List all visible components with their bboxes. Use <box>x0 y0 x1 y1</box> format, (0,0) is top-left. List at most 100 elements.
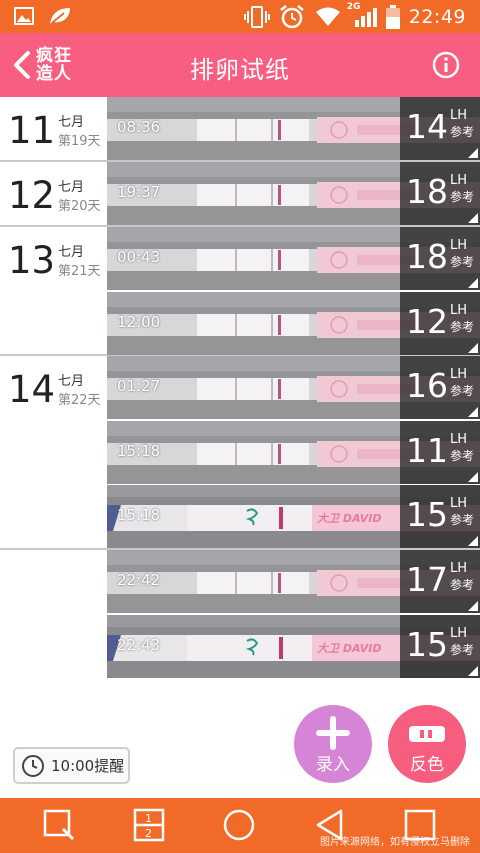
month-label: 七月 <box>58 115 85 130</box>
strip-brand-text: 大卫 DAVID <box>317 642 381 655</box>
corner-triangle-icon <box>468 536 478 546</box>
entry-time: 08:36 <box>117 118 161 136</box>
lh-reference: 参考 <box>450 578 475 592</box>
wifi-icon <box>315 7 340 26</box>
lh-reference: 参考 <box>450 190 475 204</box>
lh-value-panel: 12 LH 参考 <box>400 292 480 355</box>
month-label: 七月 <box>58 374 85 389</box>
lh-value: 15 <box>406 495 448 534</box>
lh-value-panel: 15 LH 参考 <box>400 485 480 548</box>
lh-reference: 参考 <box>450 125 475 139</box>
reminder-button[interactable]: 10:00提醒 <box>13 747 130 784</box>
watermark: 图片来源网络，如有侵权立马删除 <box>320 837 470 848</box>
date-group: 11 七月 第19天 08:36 14 LH 参考 <box>0 97 480 162</box>
lh-value: 12 <box>406 302 448 341</box>
lh-reference: 参考 <box>450 513 475 527</box>
lh-reference: 参考 <box>450 384 475 398</box>
strip-entry[interactable]: 12:00 12 LH 参考 <box>107 292 480 355</box>
lh-unit: LH <box>450 108 468 123</box>
signal-icon: 2G <box>347 2 377 28</box>
lh-value-panel: 15 LH 参考 <box>400 615 480 678</box>
home-icon[interactable] <box>222 808 256 842</box>
entry-time: 01:27 <box>117 377 161 395</box>
corner-triangle-icon <box>468 407 478 417</box>
corner-triangle-icon <box>468 278 478 288</box>
cycle-day-label: 第21天 <box>58 264 101 279</box>
corner-triangle-icon <box>468 343 478 353</box>
date-group: 22:42 17 LH 参考 大卫 DAVID 22:43 15 LH 参考 <box>0 550 480 679</box>
lh-unit: LH <box>450 173 468 188</box>
cycle-day-label: 第22天 <box>58 393 101 408</box>
strip-entry[interactable]: 大卫 DAVID 15:18 15 LH 参考 <box>107 485 480 548</box>
phone-vibrate-icon <box>243 6 270 28</box>
strip-entry[interactable]: 01:27 16 LH 参考 <box>107 356 480 419</box>
strip-entry[interactable]: 00:43 18 LH 参考 <box>107 227 480 290</box>
info-icon[interactable] <box>432 51 460 79</box>
corner-triangle-icon <box>468 148 478 158</box>
search-icon[interactable] <box>42 808 76 842</box>
clock: 22:49 <box>408 6 466 28</box>
leaf-icon <box>50 8 70 24</box>
corner-triangle-icon <box>468 472 478 482</box>
lh-unit: LH <box>450 561 468 576</box>
reminder-label: 10:00提醒 <box>51 757 125 775</box>
strip-entry[interactable]: 22:42 17 LH 参考 <box>107 550 480 613</box>
status-bar: 2G 22:49 <box>0 0 480 33</box>
add-entry-label: 录入 <box>316 755 350 775</box>
lh-value: 14 <box>406 107 448 146</box>
corner-triangle-icon <box>468 213 478 223</box>
test-strip-list[interactable]: 11 七月 第19天 08:36 14 LH 参考 12 七月 第20天 19:37 18 LH 参考 13… <box>0 97 480 679</box>
lh-reference: 参考 <box>450 320 475 334</box>
strip-icon <box>409 726 445 742</box>
day-number: 14 <box>8 368 56 411</box>
lh-value-panel: 18 LH 参考 <box>400 227 480 290</box>
strip-brand-text: 大卫 DAVID <box>317 512 381 525</box>
date-group: 13 七月 第21天 00:43 18 LH 参考 12:00 12 LH 参考 <box>0 227 480 356</box>
lh-value: 15 <box>406 625 448 664</box>
add-entry-button[interactable]: 录入 <box>294 705 372 783</box>
date-group: 14 七月 第22天 01:27 16 LH 参考 15:18 11 LH 参考 大卫 DAVID 15… <box>0 356 480 550</box>
strip-entry[interactable]: 19:37 18 LH 参考 <box>107 162 480 225</box>
lh-value-panel: 18 LH 参考 <box>400 162 480 225</box>
app-header: 疯狂 造人 排卵试纸 <box>0 33 480 97</box>
cycle-day-label: 第19天 <box>58 134 101 149</box>
lh-unit: LH <box>450 367 468 382</box>
lh-value: 18 <box>406 172 448 211</box>
lh-unit: LH <box>450 238 468 253</box>
alarm-icon <box>279 5 304 29</box>
lh-value: 17 <box>406 560 448 599</box>
corner-triangle-icon <box>468 601 478 611</box>
lh-value-panel: 16 LH 参考 <box>400 356 480 419</box>
cycle-day-label: 第20天 <box>58 199 101 214</box>
entry-time: 22:43 <box>117 636 161 654</box>
lh-value-panel: 11 LH 参考 <box>400 421 480 484</box>
date-label: 11 七月 第19天 <box>8 107 108 157</box>
strip-entry[interactable]: 08:36 14 LH 参考 <box>107 97 480 160</box>
lh-unit: LH <box>450 626 468 641</box>
image-icon <box>14 7 34 25</box>
lh-value-panel: 14 LH 参考 <box>400 97 480 160</box>
clock-icon <box>22 754 44 777</box>
day-number: 12 <box>8 174 56 217</box>
entry-time: 15:18 <box>117 506 161 524</box>
split-screen-icon[interactable]: 1 2 <box>132 808 166 842</box>
month-label: 七月 <box>58 180 85 195</box>
svg-text:1: 1 <box>145 812 152 825</box>
lh-reference: 参考 <box>450 255 475 269</box>
strip-entry[interactable]: 大卫 DAVID 22:43 15 LH 参考 <box>107 615 480 678</box>
lh-reference: 参考 <box>450 449 475 463</box>
lh-value: 18 <box>406 237 448 276</box>
battery-icon <box>385 5 400 29</box>
entry-time: 00:43 <box>117 248 161 266</box>
day-number: 13 <box>8 239 56 282</box>
month-label: 七月 <box>58 245 85 260</box>
strip-entry[interactable]: 15:18 11 LH 参考 <box>107 421 480 484</box>
date-label: 12 七月第20天 <box>8 172 108 222</box>
lh-unit: LH <box>450 496 468 511</box>
corner-triangle-icon <box>468 666 478 676</box>
lh-value: 16 <box>406 366 448 405</box>
invert-color-button[interactable]: 反色 <box>388 705 466 783</box>
invert-color-label: 反色 <box>410 755 444 775</box>
system-nav-bar: 1 2 图片来源网络，如有侵权立马删除 <box>0 798 480 853</box>
lh-value-panel: 17 LH 参考 <box>400 550 480 613</box>
